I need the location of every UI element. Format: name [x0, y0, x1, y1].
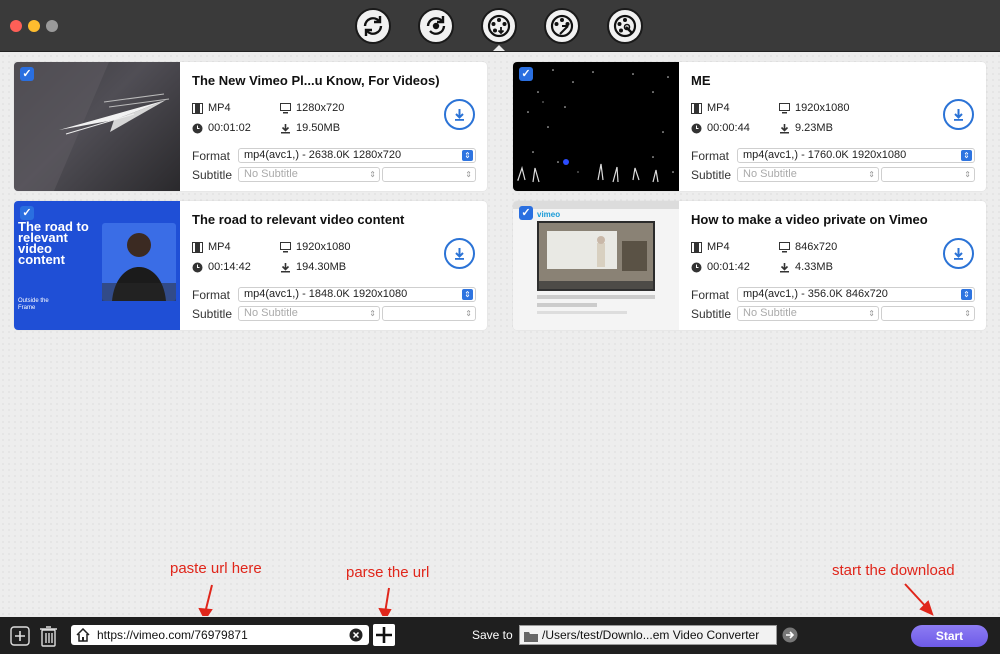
- close-window-button[interactable]: [10, 20, 22, 32]
- annotation-arrows: [198, 583, 934, 616]
- select-checkbox[interactable]: ✓: [519, 67, 533, 81]
- convert-settings-icon[interactable]: [418, 8, 454, 44]
- trash-icon[interactable]: [39, 625, 58, 647]
- select-checkbox[interactable]: ✓: [20, 206, 34, 220]
- edit-video-icon[interactable]: [544, 8, 580, 44]
- convert-icon[interactable]: [355, 8, 391, 44]
- select-checkbox[interactable]: ✓: [20, 67, 34, 81]
- title-bar: [0, 0, 1000, 52]
- minimize-window-button[interactable]: [28, 20, 40, 32]
- start-button[interactable]: Start: [911, 625, 988, 647]
- zoom-window-button[interactable]: [46, 20, 58, 32]
- select-checkbox[interactable]: ✓: [519, 206, 533, 220]
- toolbox-icon[interactable]: [607, 8, 643, 44]
- parse-url-button[interactable]: [373, 624, 395, 646]
- video-list-area: ✓ The New Vimeo Pl...u Know, For Videos)…: [0, 53, 1000, 616]
- bottom-bar: https://vimeo.com/76979871 Save to /User…: [0, 617, 1000, 654]
- home-icon: [76, 627, 90, 642]
- open-folder-arrow-icon[interactable]: [782, 627, 798, 643]
- url-input[interactable]: https://vimeo.com/76979871: [71, 625, 369, 645]
- folder-icon: [524, 629, 538, 642]
- save-path-value: /Users/test/Downlo...em Video Converter: [542, 628, 760, 642]
- plus-icon: [376, 627, 392, 643]
- save-path-field[interactable]: /Users/test/Downlo...em Video Converter: [519, 625, 777, 645]
- clear-url-icon[interactable]: [349, 628, 363, 642]
- url-value: https://vimeo.com/76979871: [97, 628, 248, 642]
- add-file-icon[interactable]: [10, 626, 30, 646]
- download-video-icon[interactable]: [481, 8, 517, 51]
- save-to-label: Save to: [472, 628, 513, 642]
